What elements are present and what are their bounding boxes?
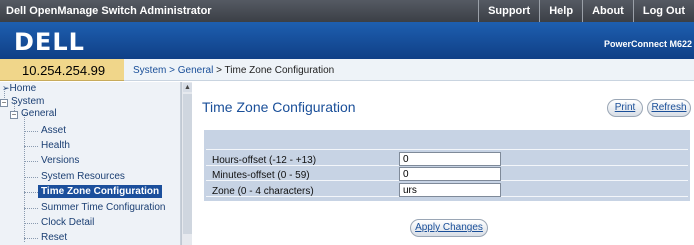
breadcrumb-system[interactable]: System <box>133 65 166 76</box>
minutes-offset-label: Minutes-offset (0 - 59) <box>212 170 310 181</box>
nav-home-label: Home <box>9 83 37 94</box>
apply-changes-button[interactable]: Apply Changes <box>410 219 488 237</box>
tree-line <box>24 161 38 162</box>
minutes-offset-input[interactable] <box>399 167 501 181</box>
row-divider <box>206 149 688 150</box>
zone-label: Zone (0 - 4 characters) <box>212 186 314 197</box>
home-arrow-icon: ➢ <box>2 83 10 93</box>
product-name: PowerConnect M622 <box>603 39 692 49</box>
support-link[interactable]: Support <box>478 0 539 22</box>
top-links: Support Help About Log Out <box>478 0 694 22</box>
nav-home[interactable]: ➢Home <box>2 83 36 94</box>
ip-address: 10.254.254.99 <box>22 63 106 78</box>
scroll-thumb[interactable] <box>183 94 192 234</box>
breadcrumb-current: Time Zone Configuration <box>224 65 335 76</box>
scroll-up-arrow-icon[interactable]: ▲ <box>183 83 192 92</box>
banner: DELL PowerConnect M622 <box>0 22 694 59</box>
nav-scrollbar[interactable]: ▲ <box>181 82 192 245</box>
tree-line <box>24 131 38 132</box>
ip-address-box: 10.254.254.99 <box>0 59 124 81</box>
nav-health[interactable]: Health <box>41 140 70 151</box>
refresh-button[interactable]: Refresh <box>647 99 691 117</box>
nav-system-resources[interactable]: System Resources <box>41 171 125 182</box>
dell-logo: DELL <box>14 28 85 56</box>
nav-tree: ➢Home − System − General Asset Health Ve… <box>0 82 181 245</box>
hours-offset-label: Hours-offset (-12 - +13) <box>212 155 317 166</box>
nav-clock-detail[interactable]: Clock Detail <box>41 217 94 228</box>
collapse-general-icon[interactable]: − <box>10 111 18 119</box>
collapse-system-icon[interactable]: − <box>0 99 8 107</box>
nav-time-zone-configuration[interactable]: Time Zone Configuration <box>38 185 163 198</box>
logout-link[interactable]: Log Out <box>632 0 694 22</box>
breadcrumb-bar: System > General > Time Zone Configurati… <box>124 59 694 81</box>
nav-versions[interactable]: Versions <box>41 155 79 166</box>
breadcrumb-general[interactable]: General <box>178 65 214 76</box>
nav-reset[interactable]: Reset <box>41 232 67 243</box>
breadcrumb-separator: > <box>213 65 225 76</box>
tree-line <box>24 192 38 193</box>
app-title: Dell OpenManage Switch Administrator <box>6 5 212 17</box>
help-link[interactable]: Help <box>539 0 582 22</box>
tree-line <box>24 208 38 209</box>
nav-system[interactable]: System <box>11 96 44 107</box>
breadcrumb: System > General > Time Zone Configurati… <box>133 65 334 76</box>
breadcrumb-separator: > <box>166 65 178 76</box>
print-button[interactable]: Print <box>607 99 643 117</box>
nav-summer-time-configuration[interactable]: Summer Time Configuration <box>41 202 166 213</box>
nav-general[interactable]: General <box>21 108 57 119</box>
tree-line <box>24 146 38 147</box>
tree-line <box>24 238 38 239</box>
page-title: Time Zone Configuration <box>202 99 356 115</box>
about-link[interactable]: About <box>582 0 633 22</box>
hours-offset-input[interactable] <box>399 152 501 166</box>
nav-asset[interactable]: Asset <box>41 125 66 136</box>
tree-line <box>24 223 38 224</box>
zone-input[interactable] <box>399 183 501 197</box>
tree-line <box>24 177 38 178</box>
top-bar: Dell OpenManage Switch Administrator Sup… <box>0 0 694 22</box>
